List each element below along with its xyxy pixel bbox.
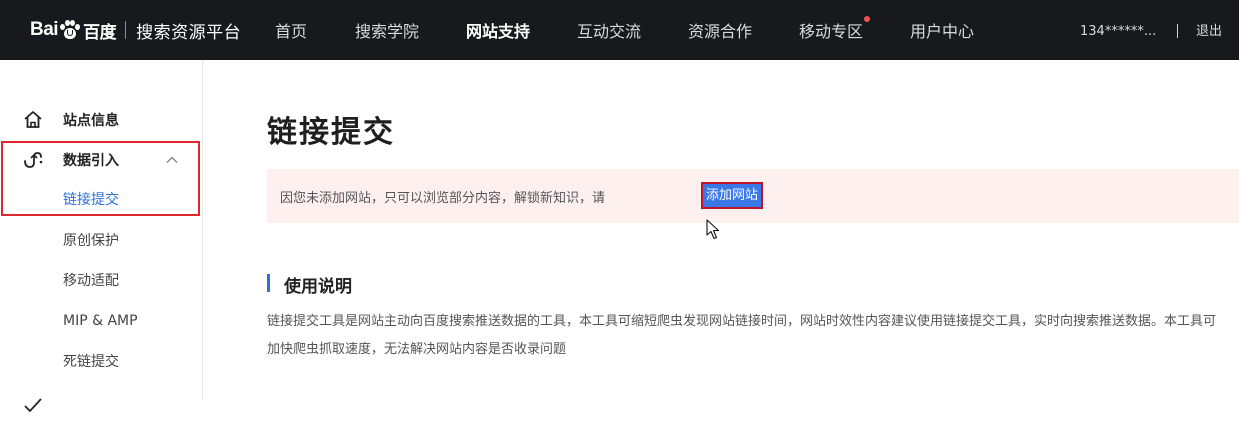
- sidebar-item-label: 站点信息: [63, 113, 119, 129]
- page-title: 链接提交: [267, 115, 395, 150]
- notice-banner: 因您未添加网站，只可以浏览部分内容，解锁新知识，请 添加网站: [267, 169, 1239, 223]
- top-navigation-bar: Bai 百度 搜索资源平台 首页 搜索学院 网站支持 互动交流 资源合作 移动专…: [0, 0, 1239, 60]
- nav-mobile-zone[interactable]: 移动专区: [799, 0, 871, 60]
- sidebar-subitem-label: 原创保护: [63, 233, 119, 249]
- usage-description: 链接提交工具是网站主动向百度搜索推送数据的工具，本工具可缩短爬虫发现网站链接时间…: [267, 314, 1217, 357]
- nav-search-academy[interactable]: 搜索学院: [355, 0, 419, 60]
- nav-interaction[interactable]: 互动交流: [577, 0, 641, 60]
- add-site-button[interactable]: 添加网站: [701, 182, 764, 209]
- sidebar-subitem-original-protection[interactable]: 原创保护: [0, 220, 202, 260]
- sidebar: 站点信息 数据引入 链接提交 原创保护 移动适配 MIP & AMP 死链提交: [0, 60, 203, 413]
- user-account[interactable]: 134******...: [1080, 0, 1156, 60]
- section-title: 使用说明: [284, 277, 352, 297]
- sidebar-subitem-label: 死链提交: [63, 354, 119, 370]
- brand-divider: [125, 21, 127, 39]
- nav-mobile-zone-label: 移动专区: [799, 22, 864, 41]
- nav-user-center[interactable]: 用户中心: [910, 0, 974, 60]
- platform-title[interactable]: 搜索资源平台: [136, 18, 241, 43]
- sidebar-subitem-mobile-adaptation[interactable]: 移动适配: [0, 260, 202, 300]
- user-divider: [1177, 24, 1178, 38]
- sidebar-subitem-label: MIP & AMP: [63, 313, 138, 329]
- check-icon: [24, 398, 42, 413]
- main-content: 链接提交 因您未添加网站，只可以浏览部分内容，解锁新知识，请 添加网站 使用说明…: [203, 60, 1239, 400]
- selection-highlight-box: [1, 141, 200, 216]
- sidebar-subitem-dead-link[interactable]: 死链提交: [0, 341, 202, 381]
- logout-link[interactable]: 退出: [1196, 0, 1222, 60]
- brand[interactable]: Bai 百度 搜索资源平台: [30, 0, 241, 60]
- notice-text: 因您未添加网站，只可以浏览部分内容，解锁新知识，请: [280, 191, 606, 206]
- sidebar-subitem-label: 移动适配: [63, 273, 119, 289]
- section-accent-bar: [267, 274, 270, 292]
- nav-resource-cooperation[interactable]: 资源合作: [688, 0, 752, 60]
- nav-home[interactable]: 首页: [275, 0, 307, 60]
- sidebar-item-site-info[interactable]: 站点信息: [0, 100, 202, 140]
- notification-dot: [864, 16, 871, 22]
- sidebar-item-next-group[interactable]: [0, 386, 202, 426]
- nav-site-support[interactable]: 网站支持: [466, 0, 530, 60]
- baidu-logo[interactable]: Bai 百度: [30, 18, 117, 43]
- logo-chinese-text: 百度: [83, 22, 117, 42]
- mouse-cursor-icon: [706, 219, 720, 240]
- logo-latin-text: Bai: [30, 19, 59, 40]
- home-icon: [24, 111, 42, 128]
- sidebar-subitem-mip-amp[interactable]: MIP & AMP: [0, 301, 202, 341]
- paw-icon: [59, 20, 81, 40]
